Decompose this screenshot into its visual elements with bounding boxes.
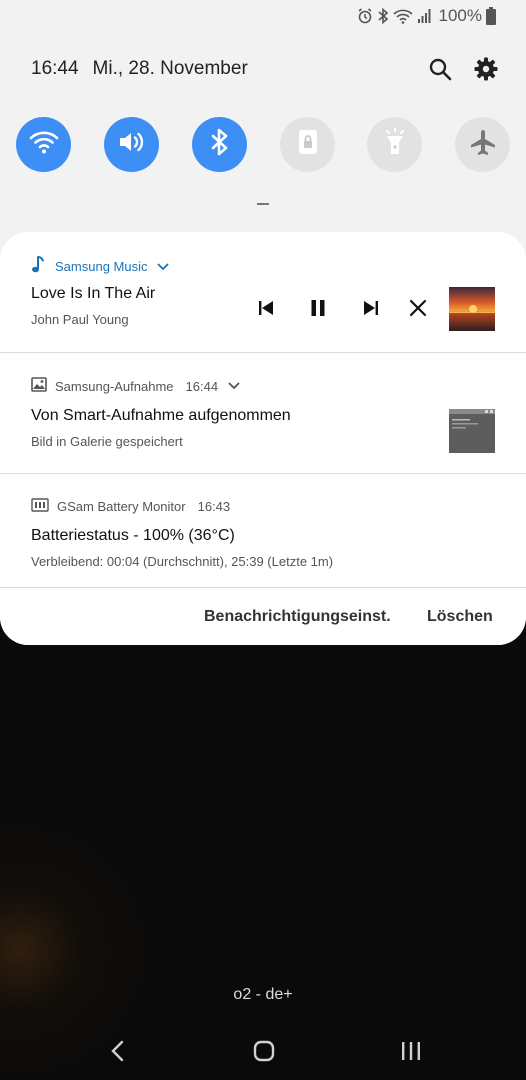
close-icon[interactable] bbox=[404, 294, 432, 322]
previous-icon[interactable] bbox=[252, 294, 280, 322]
qs-flashlight-toggle[interactable] bbox=[367, 117, 422, 172]
search-icon[interactable] bbox=[424, 53, 456, 85]
qs-wifi-toggle[interactable] bbox=[16, 117, 71, 172]
wifi-icon bbox=[29, 129, 59, 160]
notifications-panel: Samsung Music Love Is In The Air John Pa… bbox=[0, 232, 526, 645]
battery-time: 16:43 bbox=[197, 499, 231, 514]
settings-icon[interactable] bbox=[470, 53, 502, 85]
carrier-label: o2 - de+ bbox=[233, 986, 293, 1003]
screenshot-text: Bild in Galerie gespeichert bbox=[31, 434, 183, 449]
flashlight-icon bbox=[383, 127, 407, 161]
bluetooth-icon bbox=[210, 128, 230, 161]
chevron-down-icon[interactable] bbox=[157, 262, 170, 271]
screenshot-thumbnail bbox=[449, 409, 495, 453]
divider bbox=[0, 587, 526, 588]
status-bar: 100% bbox=[357, 5, 496, 27]
qs-screen-lock-toggle[interactable] bbox=[280, 117, 335, 172]
battery-percent: 100% bbox=[438, 6, 482, 25]
volume-icon bbox=[117, 129, 147, 160]
back-icon[interactable] bbox=[102, 1036, 132, 1066]
music-notification[interactable]: Samsung Music Love Is In The Air John Pa… bbox=[0, 232, 526, 352]
image-icon bbox=[31, 377, 47, 395]
music-artist: John Paul Young bbox=[31, 312, 129, 327]
screenshot-app-header: Samsung-Aufnahme 16:44 bbox=[31, 377, 240, 395]
music-title: Love Is In The Air bbox=[31, 285, 156, 302]
battery-icon bbox=[486, 7, 496, 25]
navigation-bar bbox=[0, 1030, 526, 1070]
clock: 16:44 bbox=[31, 58, 79, 79]
quick-settings bbox=[16, 117, 510, 173]
recent-apps-icon[interactable] bbox=[396, 1036, 426, 1066]
clear-all-button[interactable]: Löschen bbox=[427, 608, 493, 626]
signal-icon bbox=[417, 8, 431, 24]
home-icon[interactable] bbox=[249, 1036, 279, 1066]
alarm-icon bbox=[357, 8, 373, 24]
next-icon[interactable] bbox=[357, 294, 385, 322]
battery-monitor-icon bbox=[31, 498, 49, 515]
qs-bluetooth-toggle[interactable] bbox=[192, 117, 247, 172]
music-app-header: Samsung Music bbox=[31, 256, 170, 277]
battery-app-header: GSam Battery Monitor 16:43 bbox=[31, 498, 230, 515]
screenshot-title: Von Smart-Aufnahme aufgenommen bbox=[31, 407, 291, 424]
notification-shade: 100% 16:44 Mi., 28. November Samsung Mus… bbox=[0, 0, 526, 645]
battery-text: Verbleibend: 00:04 (Durchschnitt), 25:39… bbox=[31, 554, 334, 569]
wifi-icon bbox=[392, 8, 413, 24]
music-note-icon bbox=[31, 256, 47, 277]
album-art bbox=[449, 287, 495, 331]
screenshot-app-name: Samsung-Aufnahme bbox=[55, 378, 174, 394]
screenshot-notification[interactable]: Samsung-Aufnahme 16:44 Von Smart-Aufnahm… bbox=[0, 353, 526, 472]
screenshot-time: 16:44 bbox=[185, 378, 219, 394]
qs-airplane-toggle[interactable] bbox=[455, 117, 510, 172]
shade-header: 16:44 Mi., 28. November bbox=[31, 55, 502, 83]
notification-settings-button[interactable]: Benachrichtigungseinst. bbox=[204, 608, 391, 626]
battery-app-name: GSam Battery Monitor bbox=[57, 499, 186, 514]
airplane-icon bbox=[469, 128, 497, 161]
battery-notification[interactable]: GSam Battery Monitor 16:43 Batteriestatu… bbox=[0, 474, 526, 587]
chevron-down-icon[interactable] bbox=[228, 382, 240, 390]
qs-sound-toggle[interactable] bbox=[104, 117, 159, 172]
bluetooth-icon bbox=[377, 8, 389, 24]
battery-title: Batteriestatus - 100% (36°C) bbox=[31, 527, 235, 544]
music-app-name: Samsung Music bbox=[55, 259, 148, 274]
date: Mi., 28. November bbox=[92, 58, 248, 79]
shade-drag-handle[interactable] bbox=[257, 203, 269, 205]
pause-icon[interactable] bbox=[304, 294, 332, 322]
lock-icon bbox=[297, 129, 319, 160]
